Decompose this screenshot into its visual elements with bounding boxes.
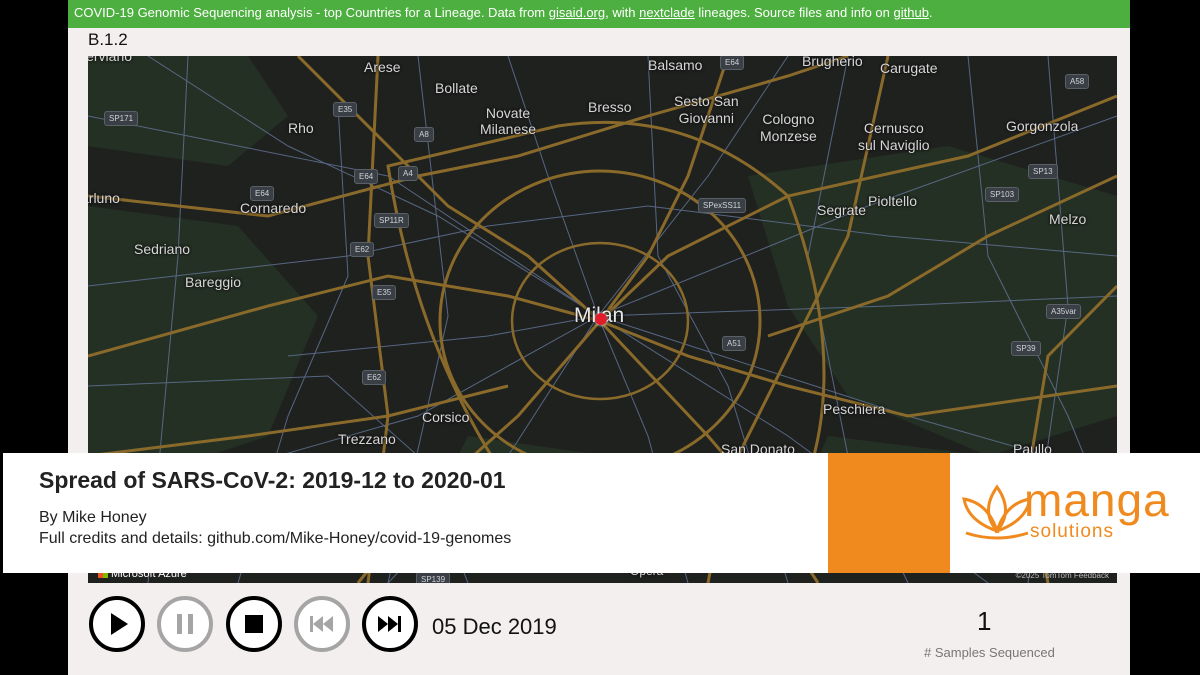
road-shield: E62 [362,370,387,385]
place-cornaredo: Cornaredo [240,200,307,216]
logo-subtitle: solutions [1030,521,1114,542]
road-shield: SP103 [985,187,1020,202]
samples-count: 1 [977,606,992,636]
road-shield: A8 [414,127,434,142]
road-shield: A58 [1065,74,1090,89]
skip-forward-icon [378,616,401,632]
place-sesto: Sesto San Giovanni [674,93,739,126]
road-shield: E64 [250,186,275,201]
road-shield: A51 [722,336,747,351]
place-bollate: Bollate [435,80,478,96]
road-shield: E64 [354,169,379,184]
github-link[interactable]: github [894,5,929,20]
manga-logo: manga solutions [950,453,1200,573]
pause-icon [177,614,193,634]
place-peschiera: Peschiera [823,401,886,417]
road-shield: SP39 [1011,341,1041,356]
place-balsamo: Balsamo [648,57,703,73]
road-shield: E35 [372,285,397,300]
banner-author: By Mike Honey [39,509,147,526]
place-cernusco: Cernusco sul Naviglio [858,120,930,153]
road-shield: A4 [398,166,418,181]
skip-back-icon [310,616,333,632]
play-icon [111,613,128,635]
place-nerviano: Nerviano [88,56,133,64]
place-brugherio: Brugherio [802,56,863,69]
nextclade-link[interactable]: nextclade [639,5,695,20]
place-pioltello: Pioltello [868,193,918,209]
stop-button[interactable] [226,596,282,652]
place-gorgonzola: Gorgonzola [1006,118,1079,134]
orange-block [828,453,950,573]
sample-marker[interactable] [595,313,607,325]
playback-controls: 05 Dec 2019 1 # Samples Sequenced [68,588,1130,668]
samples-count-label: # Samples Sequenced [924,645,1055,660]
current-date: 05 Dec 2019 [432,614,557,639]
place-corsico: Corsico [422,409,470,425]
pause-button[interactable] [157,596,213,652]
place-bresso: Bresso [588,99,632,115]
road-shield: E64 [720,56,745,70]
road-shield: E62 [350,242,375,257]
place-arese: Arese [364,59,401,75]
place-melzo: Melzo [1049,211,1087,227]
header-text-4: . [928,5,933,20]
road-shield: E35 [333,102,358,117]
banner-credits: Full credits and details: github.com/Mik… [39,530,512,547]
page: COVID-19 Genomic Sequencing analysis - t… [68,0,1130,675]
skip-back-button[interactable] [294,596,350,652]
road-shield: SP139 [416,572,451,583]
play-button[interactable] [89,596,145,652]
place-cologno: Cologno Monzese [760,111,817,144]
place-segrate: Segrate [817,202,867,218]
skip-forward-button[interactable] [362,596,418,652]
place-sedriano: Sedriano [134,241,191,257]
place-bareggio: Bareggio [185,274,242,290]
gisaid-link[interactable]: gisaid.org [549,5,605,20]
header-bar: COVID-19 Genomic Sequencing analysis - t… [68,0,1130,28]
logo-word: manga [1024,474,1170,526]
place-arluno: arluno [88,190,120,206]
road-shield: SP13 [1028,164,1058,179]
credits-banner: Spread of SARS-CoV-2: 2019-12 to 2020-01… [3,453,828,573]
road-shield: SP171 [104,111,139,126]
place-novate: Novate Milanese [480,105,537,137]
place-trezzano: Trezzano [338,431,396,447]
road-shield: A35var [1046,304,1082,319]
road-shield: SPexSS11 [698,198,747,213]
lineage-label: B.1.2 [88,30,128,49]
header-text-3: lineages. Source files and info on [694,5,894,20]
road-shield: SP11R [374,213,409,228]
header-text-2: , with [605,5,640,20]
place-rho: Rho [288,120,314,136]
banner-title: Spread of SARS-CoV-2: 2019-12 to 2020-01 [39,467,506,493]
stop-icon [245,615,263,633]
lotus-logo-icon [962,484,1032,540]
header-text-1: COVID-19 Genomic Sequencing analysis - t… [74,5,549,20]
place-carugate: Carugate [880,60,938,76]
